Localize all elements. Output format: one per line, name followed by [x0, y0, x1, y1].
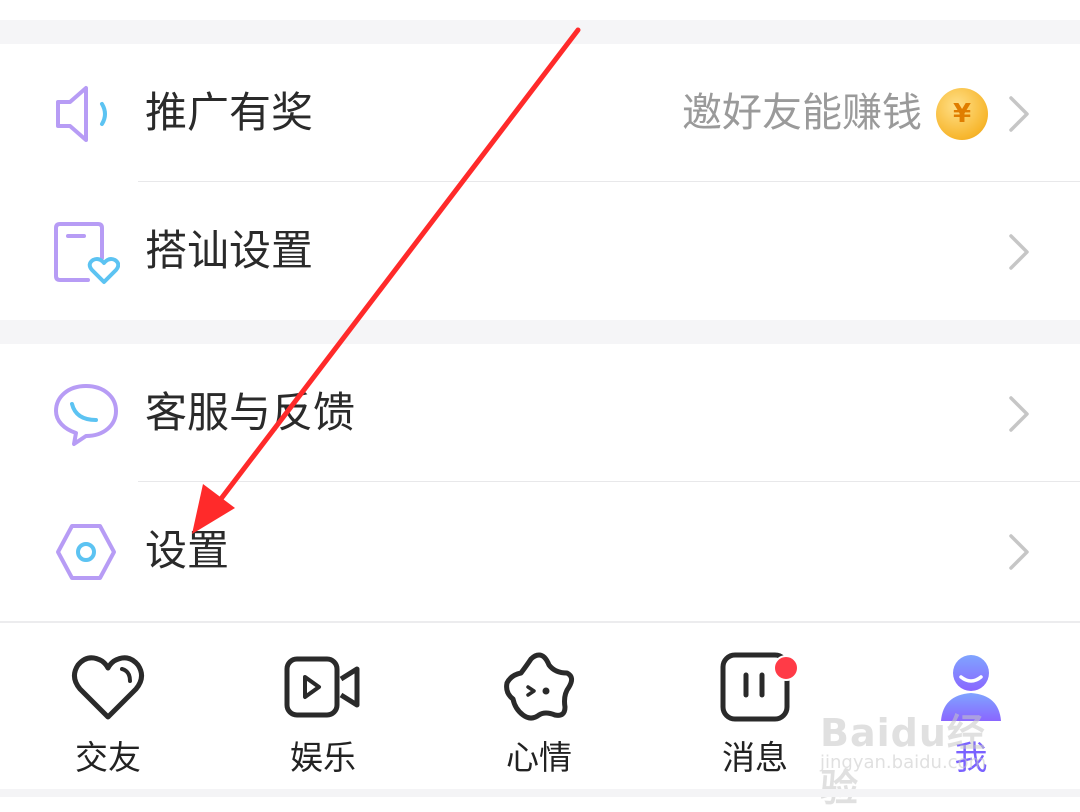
- tab-label: 消息: [722, 738, 788, 777]
- tab-messages[interactable]: 消息: [695, 651, 815, 779]
- tab-label: 交友: [75, 738, 141, 777]
- tab-label: 心情: [506, 738, 572, 777]
- star-face-icon: [504, 652, 575, 721]
- tab-mood[interactable]: 心情: [479, 651, 599, 779]
- tab-label: 娱乐: [290, 738, 356, 777]
- tab-friends[interactable]: 交友: [48, 651, 168, 779]
- bottom-strip: [0, 789, 1080, 797]
- video-icon: [284, 656, 360, 718]
- watermark-logo: Baidu经验 jingyan.baidu.com: [820, 680, 1020, 810]
- tab-entertainment[interactable]: 娱乐: [263, 651, 383, 779]
- notification-badge: [773, 655, 799, 681]
- heart-icon: [72, 655, 144, 720]
- watermark-url: jingyan.baidu.com: [820, 752, 987, 773]
